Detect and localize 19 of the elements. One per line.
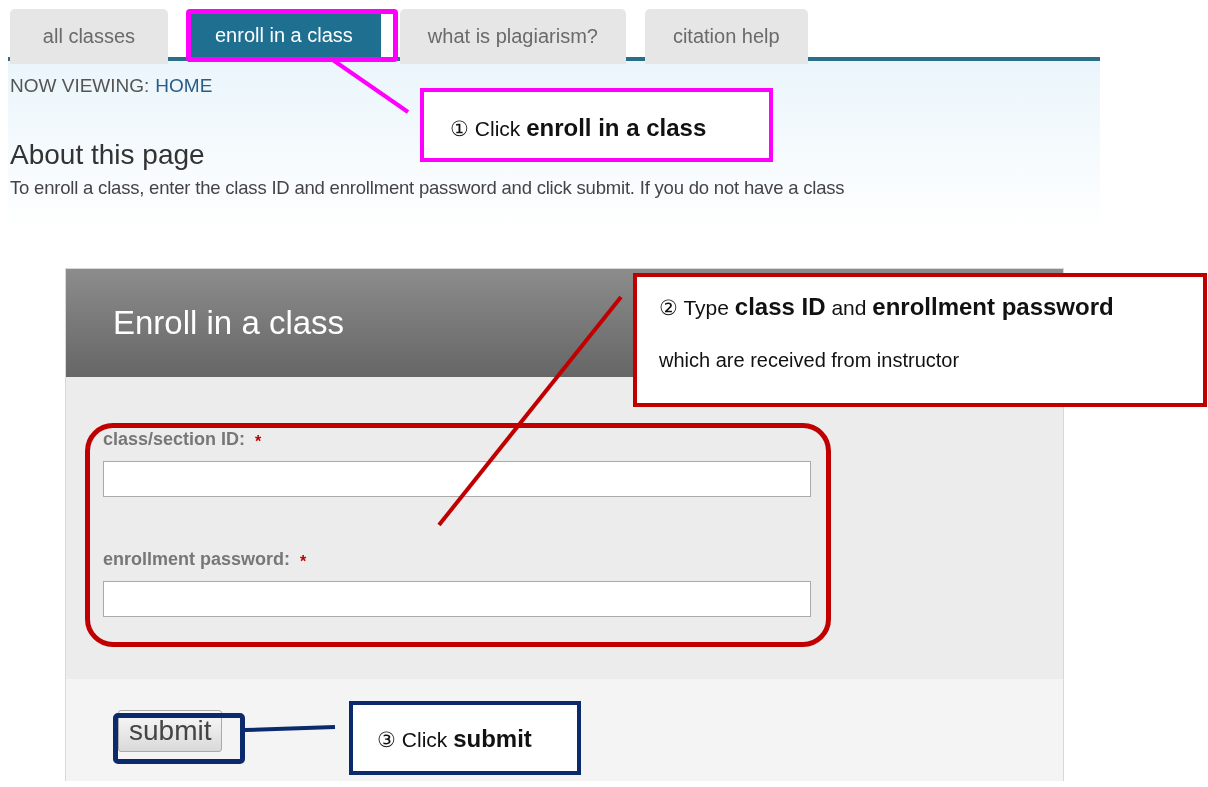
field-label: class/section ID: [103,429,246,451]
breadcrumb-label: NOW VIEWING: [10,75,150,97]
submit-button[interactable]: submit [118,710,223,752]
input-field[interactable] [103,461,811,497]
input-field[interactable] [103,581,811,617]
required-mark: * [300,553,307,571]
tab[interactable]: citation help [644,9,808,64]
callout-text: ② Type class ID and enrollment password [659,293,1115,321]
tab[interactable]: all classes [10,9,168,64]
breadcrumb-link[interactable]: HOME [155,75,213,97]
field-label: enrollment password: [103,549,291,571]
callout-text: ① Click enroll in a class [450,114,708,142]
description-text: To enroll a class, enter the class ID and enrollment password and click submit. If you do not have a class [10,177,846,199]
callout-text: ③ Click submit [377,725,533,753]
panel-title: Enroll in a class [113,304,345,342]
callout-text: which are received from instructor [659,349,961,372]
tab[interactable]: what is plagiarism? [399,9,626,64]
section-heading: About this page [10,139,206,171]
required-mark: * [255,433,262,451]
